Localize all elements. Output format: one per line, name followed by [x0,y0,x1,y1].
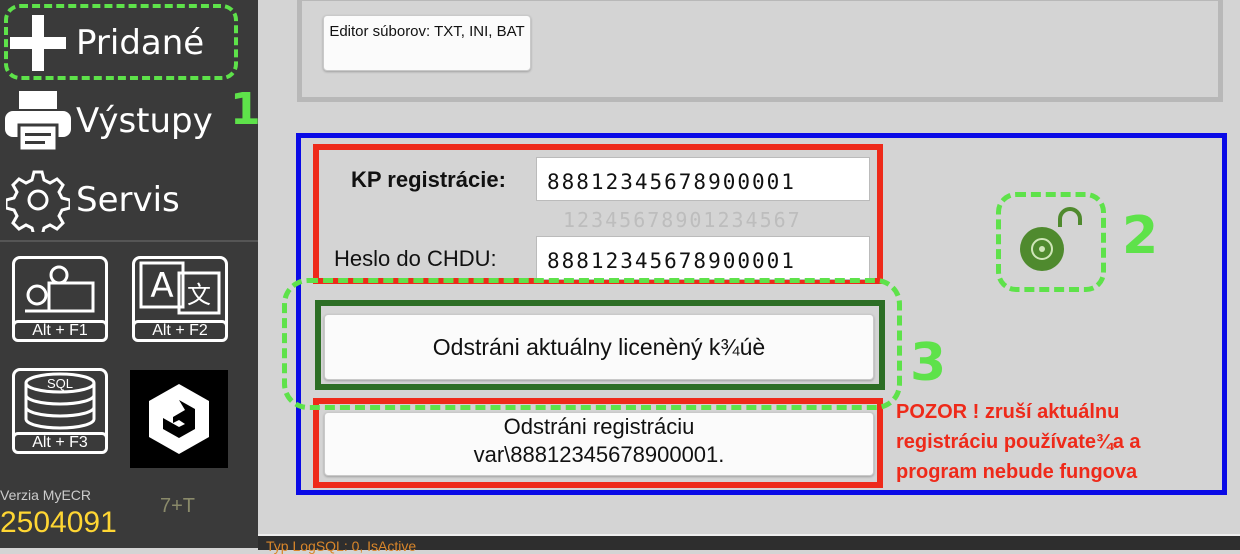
sql-badge: SQL [47,376,73,391]
kp-label: KP registrácie: [351,167,506,192]
remove-registration-line2: var\88812345678900001. [473,442,725,467]
svg-text:A: A [150,266,173,306]
translate-icon: A文 [139,261,221,315]
svg-text:文: 文 [187,281,211,309]
annotation-highlight-2 [996,192,1106,292]
menu-item-label: Servis [76,180,180,220]
tile-alt-f2[interactable]: A文 Alt + F2 [132,256,228,342]
divider [0,240,258,242]
status-text: Typ LogSQL: 0, IsActive [266,538,417,554]
app-logo-tile[interactable] [130,370,228,468]
menu-item-label: Výstupy [76,101,213,141]
settings-computer-icon [25,265,95,313]
gear-icon [0,168,76,232]
tile-alt-f3[interactable]: SQL Alt + F3 [12,368,108,454]
annotation-highlight-3 [282,278,902,410]
warning-text: POZOR ! zruší aktuálnu registráciu použí… [896,401,1141,483]
app-logo-icon [149,384,209,454]
menu-item-vystupy[interactable]: Výstupy [0,85,240,157]
kp-hint: 12345678901234567 [563,208,802,232]
remove-registration-line1: Odstráni registráciu [503,414,695,439]
build-tag: 7+T [160,495,196,517]
annotation-number-1: 1 [230,84,261,135]
heslo-label: Heslo do CHDU: [334,246,497,271]
version-number: 2504091 [0,506,117,539]
tile-caption: Alt + F1 [12,320,108,342]
version-label: Verzia MyECR [0,487,92,503]
tile-caption: Alt + F2 [132,320,228,342]
sidebar: Pridané Výstupy Servis Alt + F1 A文 Alt +… [0,0,258,548]
menu-item-servis[interactable]: Servis [0,164,240,236]
kp-input[interactable]: 88812345678900001 [536,157,870,201]
tile-alt-f1[interactable]: Alt + F1 [12,256,108,342]
annotation-highlight-1 [4,4,238,80]
remove-registration-button[interactable]: Odstráni registráciu var\888123456789000… [324,412,874,476]
annotation-number-3: 3 [910,333,947,393]
sql-database-icon: SQL [24,372,96,430]
annotation-number-2: 2 [1122,206,1159,266]
printer-icon [0,89,76,153]
heslo-input[interactable]: 88812345678900001 [536,236,870,280]
editor-files-button[interactable]: Editor súborov: TXT, INI, BAT [323,15,531,71]
tile-caption: Alt + F3 [12,432,108,454]
